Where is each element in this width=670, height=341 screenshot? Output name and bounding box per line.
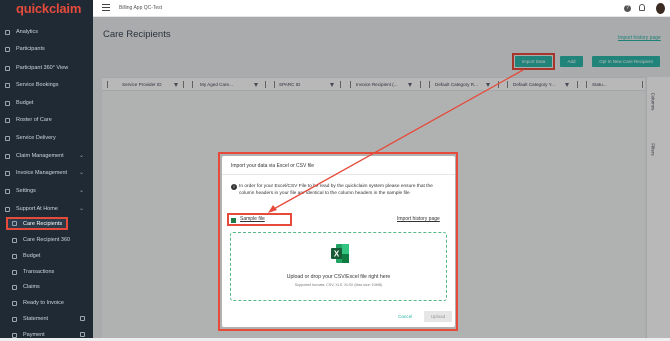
gear-icon [5,188,10,194]
sidebar-item-label: Service Delivery [16,135,56,141]
sidebar-subitem-claims[interactable]: Claims [0,281,93,293]
list-icon [5,117,10,123]
sidebar-item-label: Service Bookings [16,82,59,88]
sidebar-subitem-ready-to-invoice[interactable]: Ready to Invoice [0,297,93,309]
sidebar-item-invoice-management[interactable]: Invoice Management ⌄ [0,167,93,179]
svg-text:X: X [334,250,340,259]
sidebar-item-support-at-home[interactable]: Support At Home ⌄ [0,203,93,215]
sample-file-highlight [227,213,292,226]
sidebar-item-label: Participants [16,46,45,52]
chevron-down-icon: ⌄ [78,153,84,159]
sidebar-item-label: Settings [16,188,36,194]
chart-icon [5,29,10,35]
chevron-down-icon: ⌄ [78,170,84,176]
sidebar-item-label: Budget [23,253,41,259]
sidebar-item-participant-360-view[interactable]: Participant 360° View [0,62,93,74]
divider [222,174,455,175]
app-logo: quickclaim [16,1,82,16]
invoice-icon [5,170,10,176]
sidebar-item-label: Roster of Care [16,117,52,123]
sidebar-item-label: Analytics [16,29,39,35]
dropzone-text: Upload or drop your CSV/Excel file right… [286,274,391,280]
help-icon[interactable]: ? [624,5,631,12]
home-icon [5,206,10,212]
subitem-icon [12,332,17,338]
sidebar-subitem-statement[interactable]: Statement [0,313,93,325]
lock-icon [80,332,85,337]
modal-title: Import your data via Excel or CSV file [231,163,315,169]
sidebar-item-label: Statement [23,316,49,322]
sidebar-item-label: Care Recipient 360 [23,237,71,243]
modal-info-text: In order for your Excel/CSV File to be r… [239,184,433,197]
sidebar-item-label: Budget [16,100,34,106]
file-dropzone[interactable]: X Upload or drop your CSV/Excel file rig… [230,232,447,301]
modal-import-history-link[interactable]: Import history page [397,216,440,222]
sidebar: quickclaim Analytics Participants Particip… [0,0,93,338]
sidebar-item-service-bookings[interactable]: Service Bookings [0,79,93,91]
upload-button[interactable]: Upload [424,311,452,322]
sidebar-subitem-care-recipient-360[interactable]: Care Recipient 360 [0,234,93,246]
subitem-icon [12,300,17,306]
sidebar-item-label: Ready to Invoice [23,300,64,306]
top-bar: Billing App QC-Test ? [93,0,670,17]
subitem-icon [12,284,17,290]
sidebar-item-label: Participant 360° View [16,65,69,71]
sidebar-item-label: Payment [23,332,45,338]
cancel-button[interactable]: Cancel [398,314,412,319]
menu-icon[interactable] [102,4,110,11]
chevron-down-icon: ⌄ [78,188,84,194]
subitem-icon [12,269,17,275]
eye-icon [5,65,10,71]
sidebar-item-roster-of-care[interactable]: Roster of Care [0,114,93,126]
claim-icon [5,153,10,159]
sidebar-subitem-payment[interactable]: Payment [0,329,93,341]
sidebar-item-label: Care Recipients [23,220,63,227]
sidebar-item-service-delivery[interactable]: Service Delivery [0,132,93,144]
lock-icon [80,316,85,321]
sidebar-item-claim-management[interactable]: Claim Management ⌄ [0,150,93,162]
subitem-icon [12,237,17,243]
avatar[interactable] [656,3,665,14]
sidebar-item-participants[interactable]: Participants [0,43,93,55]
subitem-icon [12,253,17,259]
truck-icon [5,135,10,141]
subitem-icon [12,221,17,226]
bell-icon[interactable] [639,4,645,11]
calendar-icon [5,82,10,88]
excel-file-icon: X [331,244,349,263]
sidebar-item-label: Claim Management [16,153,64,159]
sidebar-item-analytics[interactable]: Analytics [0,26,93,38]
people-icon [5,46,10,52]
sidebar-subitem-budget[interactable]: Budget [0,250,93,262]
sidebar-subitem-transactions[interactable]: Transactions [0,266,93,278]
dropzone-formats: Supported formats: CSV, XLS, XLSX (Max s… [294,283,383,287]
app-name: Billing App QC-Test [119,5,163,11]
dollar-icon [5,100,10,106]
sidebar-item-label: Invoice Management [16,170,68,176]
chevron-down-icon: ⌄ [78,206,84,212]
sidebar-item-label: Support At Home [16,206,58,212]
sidebar-item-settings[interactable]: Settings ⌄ [0,185,93,197]
sidebar-item-budget[interactable]: Budget [0,97,93,109]
subitem-icon [12,316,17,322]
sidebar-item-label: Transactions [23,269,55,275]
sidebar-item-label: Claims [23,284,40,290]
sidebar-subitem-care-recipients[interactable]: Care Recipients [6,217,68,230]
info-icon: i [231,184,237,190]
